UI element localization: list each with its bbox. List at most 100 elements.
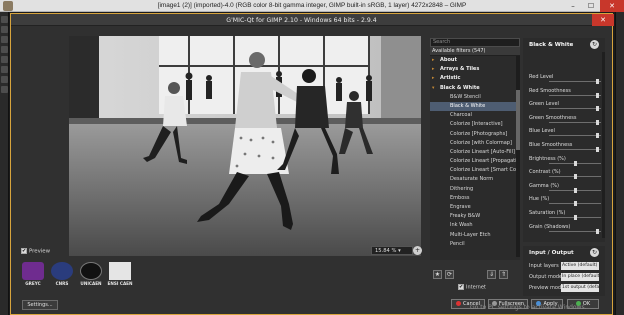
- filter-item[interactable]: B&W Stencil: [430, 93, 520, 102]
- param-slider-handle[interactable]: [595, 119, 599, 125]
- filter-label: Dithering: [450, 185, 474, 192]
- param-slider-handle[interactable]: [595, 133, 599, 139]
- expand-all-icon[interactable]: ⇓: [487, 270, 496, 279]
- close-icon[interactable]: ✕: [592, 14, 614, 26]
- filter-item[interactable]: Emboss: [430, 194, 520, 203]
- internet-toggle[interactable]: ✔ Internet: [458, 284, 486, 291]
- filter-label: Colorize [Interactive]: [450, 121, 503, 128]
- param-slider-handle[interactable]: [595, 228, 599, 234]
- param-slider-row: Red Level: [529, 74, 603, 86]
- param-slider-track[interactable]: [549, 149, 601, 150]
- filter-item[interactable]: Colorize [with Colormap]: [430, 139, 520, 148]
- filter-item[interactable]: Colorize Lineart [Smart Coloring]: [430, 166, 520, 175]
- preview-panel[interactable]: [69, 36, 421, 256]
- collapse-all-icon[interactable]: ⇑: [499, 270, 508, 279]
- param-slider-track[interactable]: [549, 230, 601, 232]
- filter-item[interactable]: Pencil: [430, 240, 520, 249]
- filter-item[interactable]: Black & White: [430, 101, 520, 112]
- filter-item[interactable]: Engrave: [430, 203, 520, 212]
- preview-toggle[interactable]: ✔ Preview: [21, 248, 50, 255]
- tool-icon[interactable]: [1, 26, 8, 33]
- filter-label: Engrave: [450, 204, 471, 210]
- output-mode-select[interactable]: In place (default): [561, 273, 599, 281]
- internet-checkbox[interactable]: ✔: [458, 284, 464, 290]
- filter-scrollbar[interactable]: [516, 56, 520, 257]
- zoom-level-select[interactable]: 15.84 % ▾: [371, 246, 413, 255]
- param-slider-handle[interactable]: [574, 201, 577, 207]
- filter-search-input[interactable]: Search: [430, 38, 520, 47]
- preview-image[interactable]: [69, 36, 421, 256]
- filter-category[interactable]: ▸ About: [430, 56, 520, 65]
- io-row-label: Output mode: [529, 274, 563, 280]
- param-slider-track[interactable]: [549, 121, 601, 123]
- refresh-icon[interactable]: ⟳: [445, 270, 454, 279]
- preview-mode-row: Preview mode 1st output (default): [529, 284, 603, 293]
- gmic-dialog: G'MIC-Qt for GIMP 2.10 - Windows 64 bits…: [10, 13, 614, 315]
- param-slider-handle[interactable]: [574, 160, 577, 166]
- filter-item[interactable]: Colorize [Interactive]: [430, 120, 520, 129]
- settings-button[interactable]: Settings...: [22, 300, 58, 310]
- filter-category[interactable]: ▸ Arrays & Tiles: [430, 65, 520, 74]
- preview-checkbox[interactable]: ✔: [21, 248, 27, 254]
- add-favorite-icon[interactable]: ★: [433, 270, 442, 279]
- maximize-icon[interactable]: ☐: [582, 0, 600, 12]
- filter-item[interactable]: Multi-Layer Etch: [430, 231, 520, 240]
- filter-scrollbar-thumb[interactable]: [516, 90, 520, 150]
- preview-mode-select[interactable]: 1st output (default): [561, 284, 599, 292]
- filter-tree: Search Available filters (547) ▸ About ▸ Ar…: [430, 38, 520, 260]
- io-row-label: Preview mode: [529, 285, 565, 291]
- ensicaen-logo-icon: [109, 262, 131, 280]
- param-label: Hue (%): [529, 196, 550, 203]
- filter-label: Colorize Lineart [Auto-Fill]: [450, 148, 515, 155]
- filter-item[interactable]: Ink Wash: [430, 221, 520, 230]
- tool-icon[interactable]: [1, 36, 8, 43]
- window-controls: – ☐ ✕: [564, 0, 624, 12]
- logo-greyc: GREYC: [21, 262, 45, 288]
- param-slider-track[interactable]: [549, 135, 601, 137]
- reset-params-icon[interactable]: ↻: [590, 40, 599, 49]
- param-slider-track[interactable]: [549, 94, 601, 96]
- param-label: Green Smoothness: [529, 114, 577, 121]
- chevron-right-icon: ▸: [432, 58, 435, 63]
- filter-category[interactable]: ▸ Artistic: [430, 74, 520, 83]
- param-slider-handle[interactable]: [574, 215, 577, 220]
- filter-item[interactable]: Colorize Lineart [Auto-Fill]: [430, 148, 520, 157]
- param-label: Red Smoothness: [529, 87, 571, 94]
- param-slider-track[interactable]: [549, 81, 601, 82]
- param-slider-handle[interactable]: [595, 106, 599, 112]
- param-slider-track[interactable]: [549, 108, 601, 110]
- filter-label: Ink Wash: [450, 222, 473, 229]
- tool-icon[interactable]: [1, 46, 8, 53]
- filter-label: Colorize [with Colormap]: [450, 139, 512, 146]
- filter-item[interactable]: Desaturate Norm: [430, 175, 520, 184]
- tool-icon[interactable]: [1, 86, 8, 93]
- param-slider-handle[interactable]: [574, 174, 577, 180]
- cnrs-logo-icon: [51, 262, 73, 280]
- close-icon[interactable]: ✕: [600, 0, 624, 12]
- logo-strip: GREYC CNRS UNICAEN ENSI CAEN: [21, 262, 133, 288]
- param-slider-handle[interactable]: [595, 147, 599, 152]
- filter-item[interactable]: Freaky B&W: [430, 212, 520, 221]
- filter-item[interactable]: Dithering: [430, 185, 520, 194]
- filter-item[interactable]: Colorize Lineart [Propagation]: [430, 157, 520, 166]
- zoom-in-icon[interactable]: +: [413, 246, 422, 255]
- param-slider-handle[interactable]: [574, 187, 577, 193]
- params-scrollbar[interactable]: [602, 52, 605, 238]
- preview-toggle-label: Preview: [29, 248, 50, 255]
- param-slider-handle[interactable]: [595, 92, 599, 98]
- filter-item[interactable]: Colorize [Photographs]: [430, 130, 520, 139]
- minimize-icon[interactable]: –: [564, 0, 582, 12]
- gimp-titlebar: [image1 (2)] (imported)-4.0 (RGB color 8…: [0, 0, 624, 12]
- param-slider-handle[interactable]: [595, 79, 599, 84]
- io-title: Input / Output: [529, 250, 574, 256]
- tool-icon[interactable]: [1, 76, 8, 83]
- tool-icon[interactable]: [1, 66, 8, 73]
- filter-category[interactable]: ▾ Black & White: [430, 84, 520, 93]
- filter-item[interactable]: Charcoal: [430, 111, 520, 120]
- tool-icon[interactable]: [1, 56, 8, 63]
- filter-label: Colorize Lineart [Smart Coloring]: [450, 167, 520, 174]
- tool-icon[interactable]: [1, 16, 8, 23]
- reset-io-icon[interactable]: ↻: [590, 248, 599, 257]
- input-layers-select[interactable]: Active (default): [561, 262, 599, 270]
- param-label: Gamma (%): [529, 182, 559, 189]
